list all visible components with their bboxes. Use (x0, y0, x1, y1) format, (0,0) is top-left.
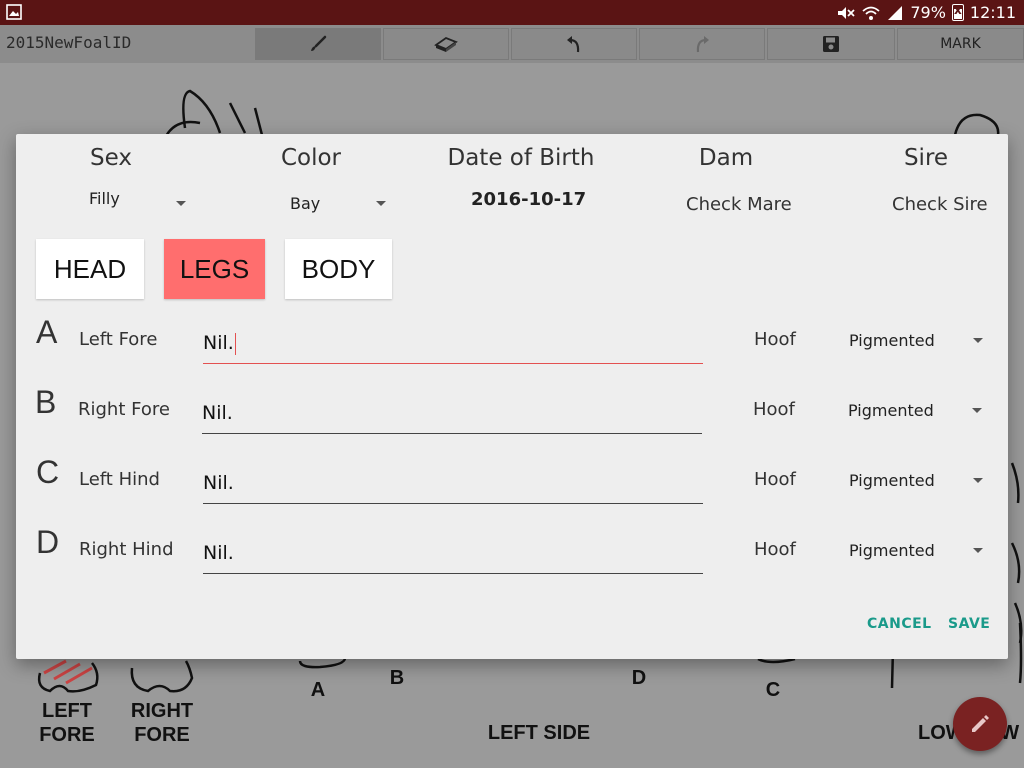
battery-level: 79% (910, 3, 946, 22)
chevron-down-icon (973, 478, 983, 483)
left-fore-value: Nil. (203, 332, 234, 354)
row-label-left-fore: Left Fore (79, 329, 158, 350)
undo-button[interactable] (511, 28, 637, 60)
pencil-icon (972, 715, 989, 732)
hoof-label-b: Hoof (753, 399, 795, 420)
brush-icon (311, 35, 327, 51)
hoof-value-b: Pigmented (848, 401, 934, 420)
text-cursor (234, 332, 237, 355)
header-sire: Sire (903, 145, 949, 171)
row-label-right-hind: Right Hind (79, 539, 174, 560)
right-fore-input[interactable]: Nil. (202, 394, 702, 434)
gallery-icon (6, 4, 22, 20)
hoof-select-a[interactable]: Pigmented (849, 326, 989, 356)
status-icons: 79% x 12:11 (836, 0, 1016, 25)
hoof-select-c[interactable]: Pigmented (849, 466, 989, 496)
sex-value: Filly (89, 189, 120, 208)
tab-head[interactable]: HEAD (36, 239, 144, 299)
hoof-label-a: Hoof (754, 329, 796, 350)
save-file-button[interactable] (767, 28, 895, 60)
foal-id-dialog: Sex Color Date of Birth Dam Sire Filly B… (16, 134, 1008, 659)
cancel-button[interactable]: CANCEL (867, 616, 932, 632)
chevron-down-icon (973, 548, 983, 553)
left-hind-input[interactable]: Nil. (203, 464, 703, 504)
sire-button[interactable]: Check Sire (892, 194, 988, 215)
label-a: A (310, 679, 326, 701)
row-label-right-fore: Right Fore (78, 399, 170, 420)
row-letter-b: B (35, 384, 57, 420)
clock: 12:11 (969, 3, 1016, 22)
color-value: Bay (290, 194, 321, 213)
tab-legs[interactable]: LEGS (164, 239, 265, 299)
row-letter-c: C (36, 454, 60, 490)
hoof-label-c: Hoof (754, 469, 796, 490)
app-toolbar: 2015NewFoalID MARK (0, 25, 1024, 63)
header-dob: Date of Birth (447, 145, 595, 171)
status-bar: 79% x 12:11 (0, 0, 1024, 25)
header-color: Color (280, 145, 342, 171)
label-right-fore: RIGHT FORE (130, 700, 194, 746)
mark-button[interactable]: MARK (897, 28, 1024, 60)
label-c: C (765, 679, 781, 701)
label-left-fore: LEFT FORE (39, 700, 95, 746)
wifi-icon (862, 6, 880, 20)
header-dam: Dam (698, 145, 754, 171)
right-fore-value: Nil. (202, 402, 233, 424)
eraser-icon (434, 36, 458, 52)
save-button[interactable]: SAVE (948, 616, 990, 632)
sex-select[interactable]: Filly (76, 189, 196, 219)
hoof-value-d: Pigmented (849, 541, 935, 560)
row-letter-a: A (36, 314, 58, 350)
left-hind-value: Nil. (203, 472, 234, 494)
battery-icon: x (951, 3, 964, 21)
dam-button[interactable]: Check Mare (686, 194, 792, 215)
undo-icon (567, 36, 580, 53)
label-d: D (631, 667, 647, 689)
hoof-select-d[interactable]: Pigmented (849, 536, 989, 566)
brush-button[interactable] (255, 28, 381, 60)
hoof-label-d: Hoof (754, 539, 796, 560)
right-hind-value: Nil. (203, 542, 234, 564)
mute-icon (838, 6, 855, 19)
eraser-button[interactable] (383, 28, 509, 60)
color-select[interactable]: Bay (276, 189, 396, 219)
row-label-left-hind: Left Hind (79, 469, 160, 490)
edit-fab[interactable] (953, 697, 1007, 751)
label-b: B (389, 667, 405, 689)
redo-icon (696, 36, 709, 53)
chevron-down-icon (376, 201, 386, 206)
row-letter-d: D (36, 524, 60, 560)
signal-icon (888, 5, 903, 20)
hoof-select-b[interactable]: Pigmented (848, 396, 988, 426)
chevron-down-icon (972, 408, 982, 413)
right-hind-input[interactable]: Nil. (203, 534, 703, 574)
hoof-value-a: Pigmented (849, 331, 935, 350)
chevron-down-icon (973, 338, 983, 343)
chevron-down-icon (176, 201, 186, 206)
label-left-side: LEFT SIDE (487, 722, 591, 744)
app-title: 2015NewFoalID (6, 33, 132, 52)
save-icon (823, 36, 839, 52)
hoof-value-c: Pigmented (849, 471, 935, 490)
left-fore-input[interactable]: Nil. (203, 324, 703, 364)
header-sex: Sex (90, 145, 132, 171)
dob-field[interactable]: 2016-10-17 (471, 189, 586, 210)
redo-button[interactable] (639, 28, 765, 60)
tab-body[interactable]: BODY (285, 239, 392, 299)
